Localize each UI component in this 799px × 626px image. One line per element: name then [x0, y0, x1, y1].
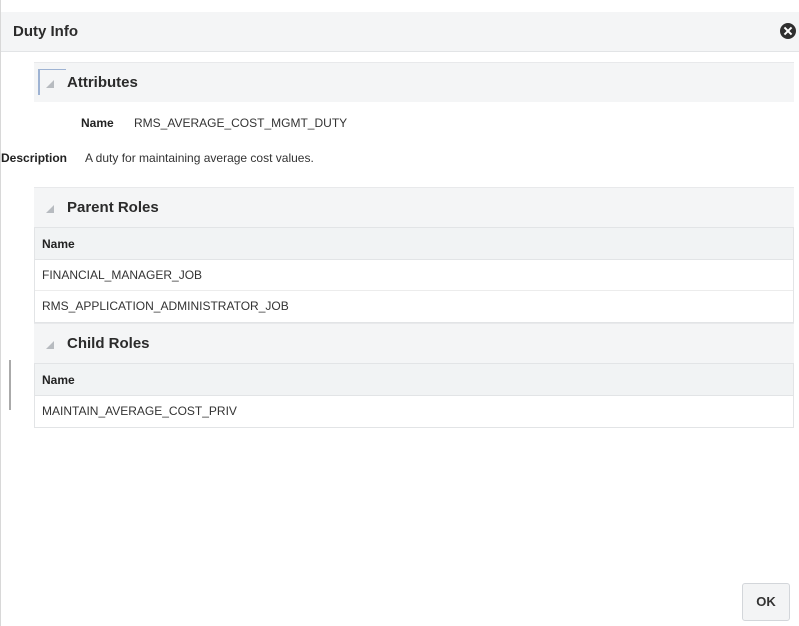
parent-roles-column-header[interactable]: Name [35, 227, 793, 260]
table-row[interactable]: RMS_APPLICATION_ADMINISTRATOR_JOB [35, 291, 793, 322]
dialog-content: Attributes Name RMS_AVERAGE_COST_MGMT_DU… [1, 62, 794, 428]
table-row[interactable]: MAINTAIN_AVERAGE_COST_PRIV [35, 396, 793, 427]
disclosure-triangle-icon[interactable] [46, 341, 54, 349]
dialog-title: Duty Info [13, 23, 78, 40]
close-icon[interactable] [780, 23, 796, 39]
attribute-name-row: Name RMS_AVERAGE_COST_MGMT_DUTY [34, 113, 794, 151]
attribute-description-row: Description A duty for maintaining avera… [1, 151, 794, 187]
disclosure-triangle-icon[interactable] [46, 205, 54, 213]
attributes-section-header[interactable]: Attributes [34, 62, 794, 102]
description-label: Description [1, 151, 68, 165]
child-roles-section-title: Child Roles [67, 335, 150, 352]
parent-roles-section-header[interactable]: Parent Roles [34, 187, 794, 227]
window-edge-handle [9, 360, 11, 410]
duty-info-dialog: Duty Info Attributes Name RMS_AVERAGE_CO… [0, 0, 799, 626]
ok-button[interactable]: OK [742, 583, 790, 621]
name-value: RMS_AVERAGE_COST_MGMT_DUTY [134, 116, 348, 130]
dialog-title-bar: Duty Info [1, 12, 799, 52]
attributes-section-title: Attributes [67, 74, 138, 91]
name-label: Name [81, 116, 114, 130]
parent-roles-section-title: Parent Roles [67, 199, 159, 216]
child-roles-column-header[interactable]: Name [35, 363, 793, 396]
disclosure-triangle-icon[interactable] [46, 80, 54, 88]
parent-roles-table: Name FINANCIAL_MANAGER_JOB RMS_APPLICATI… [34, 227, 794, 323]
table-row[interactable]: FINANCIAL_MANAGER_JOB [35, 260, 793, 291]
description-value: A duty for maintaining average cost valu… [85, 151, 314, 165]
child-roles-table: Name MAINTAIN_AVERAGE_COST_PRIV [34, 363, 794, 428]
child-roles-section-header[interactable]: Child Roles [34, 323, 794, 363]
